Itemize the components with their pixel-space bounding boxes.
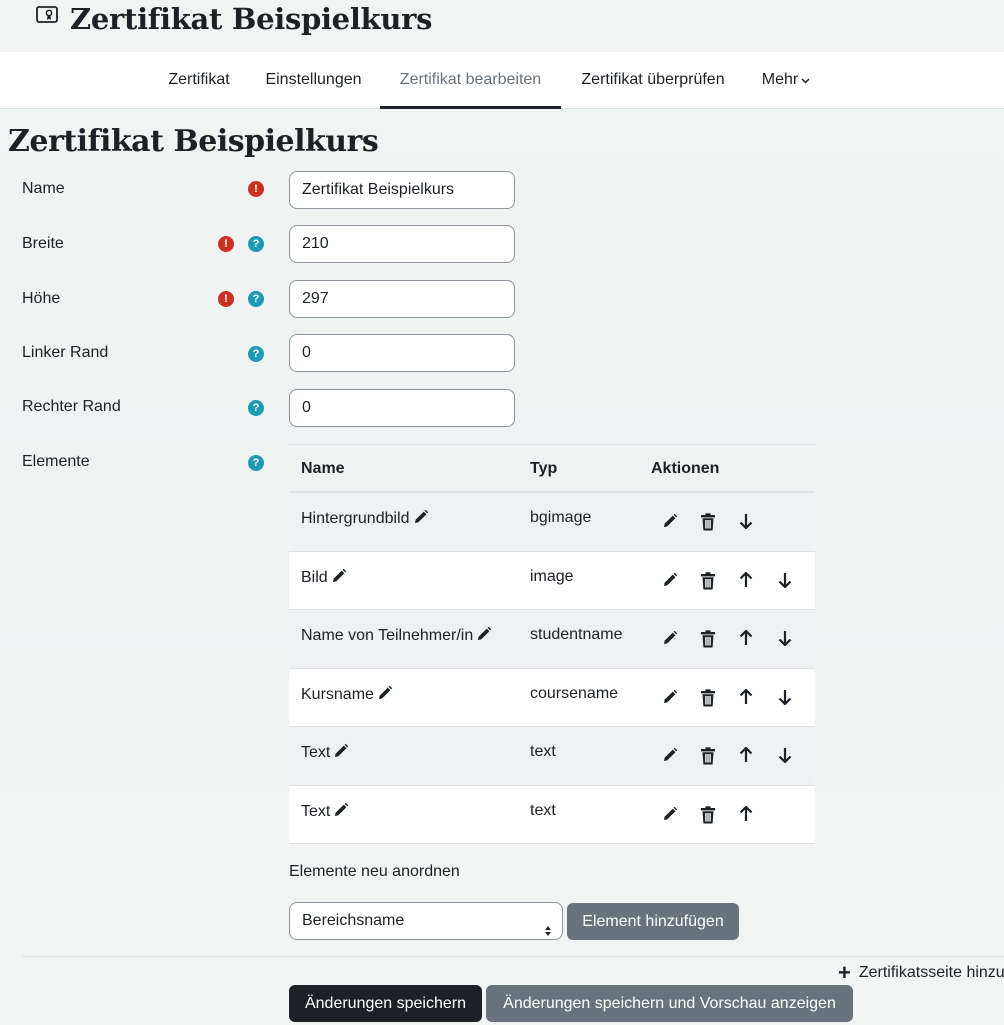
element-name-cell[interactable]: Hintergrundbild bbox=[301, 509, 429, 530]
page-header-title: Zertifikat Beispielkurs bbox=[70, 2, 433, 36]
required-icon: ! bbox=[248, 181, 264, 197]
name-input[interactable]: Zertifikat Beispielkurs bbox=[289, 171, 515, 209]
page-header: Zertifikat Beispielkurs bbox=[0, 0, 1004, 52]
move-up-icon[interactable] bbox=[739, 687, 757, 707]
edit-name-icon[interactable] bbox=[333, 802, 349, 823]
save-button[interactable]: Änderungen speichern bbox=[289, 985, 482, 1022]
edit-icon[interactable] bbox=[662, 806, 680, 824]
edit-name-icon[interactable] bbox=[476, 626, 492, 647]
column-header-type: Typ bbox=[530, 460, 558, 477]
move-down-icon[interactable] bbox=[778, 630, 796, 648]
element-type: coursename bbox=[530, 684, 619, 702]
edit-icon[interactable] bbox=[662, 747, 680, 765]
table-row: Hintergrundbild bgimage bbox=[289, 493, 815, 552]
move-down-icon[interactable] bbox=[739, 513, 757, 531]
select-caret-icon bbox=[544, 915, 552, 951]
elements-label: Elemente bbox=[22, 453, 90, 470]
move-up-icon[interactable] bbox=[739, 804, 757, 824]
required-icon: ! bbox=[218, 236, 234, 252]
table-row: Bild image bbox=[289, 551, 815, 610]
name-label: Name bbox=[22, 180, 65, 197]
tab-zertifikat-bearbeiten[interactable]: Zertifikat bearbeiten bbox=[380, 52, 561, 109]
edit-name-icon[interactable] bbox=[377, 685, 393, 706]
plus-icon: + bbox=[838, 960, 851, 985]
edit-name-icon[interactable] bbox=[331, 568, 347, 589]
help-icon[interactable]: ? bbox=[248, 236, 264, 252]
element-name: Hintergrundbild bbox=[301, 510, 410, 527]
tab-einstellungen[interactable]: Einstellungen bbox=[256, 52, 371, 109]
tab-mehr-label: Mehr bbox=[761, 71, 799, 88]
element-type: text bbox=[530, 801, 556, 819]
delete-icon[interactable] bbox=[700, 688, 718, 707]
help-icon[interactable]: ? bbox=[248, 291, 264, 307]
help-icon[interactable]: ? bbox=[248, 346, 264, 362]
element-name-cell[interactable]: Name von Teilnehmer/in bbox=[301, 626, 492, 647]
right-margin-label: Rechter Rand bbox=[22, 398, 121, 415]
delete-icon[interactable] bbox=[700, 513, 718, 531]
delete-icon[interactable] bbox=[700, 805, 718, 824]
edit-icon[interactable] bbox=[662, 630, 680, 648]
move-up-icon[interactable] bbox=[739, 570, 757, 590]
element-name: Bild bbox=[301, 568, 328, 586]
edit-icon[interactable] bbox=[662, 689, 680, 707]
region-select[interactable]: Bereichsname bbox=[289, 902, 563, 940]
element-type: image bbox=[530, 567, 574, 585]
element-name: Kursname bbox=[301, 685, 374, 703]
required-icon: ! bbox=[218, 291, 234, 307]
right-margin-input[interactable]: 0 bbox=[289, 389, 515, 427]
elements-table: Name Typ Aktionen Hintergrundbild bgimage… bbox=[289, 444, 815, 844]
element-name: Text bbox=[301, 744, 331, 761]
edit-name-icon[interactable] bbox=[333, 743, 349, 764]
table-row: Name von Teilnehmer/in studentname bbox=[289, 610, 815, 669]
element-name: Text bbox=[301, 802, 331, 820]
height-label: Höhe bbox=[22, 290, 61, 307]
element-type: bgimage bbox=[530, 509, 592, 526]
certificate-icon bbox=[36, 6, 58, 26]
left-margin-input[interactable]: 0 bbox=[289, 334, 515, 372]
table-row: Kursname coursename bbox=[289, 668, 815, 727]
tab-zertifikat-ueberpruefen[interactable]: Zertifikat überprüfen bbox=[569, 52, 737, 109]
move-up-icon[interactable] bbox=[739, 629, 757, 648]
element-name-cell[interactable]: Text bbox=[301, 743, 349, 764]
chevron-down-icon bbox=[801, 52, 810, 107]
element-name: Name von Teilnehmer/in bbox=[301, 627, 474, 644]
column-header-actions: Aktionen bbox=[651, 460, 720, 477]
left-margin-label: Linker Rand bbox=[22, 344, 109, 361]
move-down-icon[interactable] bbox=[778, 572, 796, 590]
element-name-cell[interactable]: Kursname bbox=[301, 685, 393, 706]
table-row: Text text bbox=[289, 727, 815, 786]
height-input[interactable]: 297 bbox=[289, 280, 515, 318]
tab-zertifikat[interactable]: Zertifikat bbox=[158, 52, 240, 109]
column-header-name: Name bbox=[301, 460, 345, 477]
add-page-label: Zertifikatsseite hinzufügen bbox=[858, 964, 1004, 981]
delete-icon[interactable] bbox=[700, 571, 718, 590]
tab-mehr[interactable]: Mehr bbox=[752, 52, 820, 109]
divider bbox=[22, 956, 1004, 957]
move-down-icon[interactable] bbox=[778, 689, 796, 707]
move-up-icon[interactable] bbox=[739, 746, 757, 765]
edit-icon[interactable] bbox=[662, 572, 680, 590]
edit-icon[interactable] bbox=[662, 513, 680, 531]
element-name-cell[interactable]: Bild bbox=[301, 568, 347, 589]
table-row: Text text bbox=[289, 785, 815, 844]
width-input[interactable]: 210 bbox=[289, 225, 515, 263]
add-certificate-page-link[interactable]: + Zertifikatsseite hinzufügen bbox=[838, 960, 1004, 986]
add-element-button[interactable]: Element hinzufügen bbox=[567, 903, 739, 940]
secondary-navigation: Zertifikat Einstellungen Zertifikat bear… bbox=[0, 52, 1004, 109]
element-type: text bbox=[530, 743, 556, 760]
move-down-icon[interactable] bbox=[778, 747, 796, 765]
delete-icon[interactable] bbox=[700, 747, 718, 765]
table-header: Name Typ Aktionen bbox=[289, 444, 815, 493]
help-icon[interactable]: ? bbox=[248, 400, 264, 416]
help-icon[interactable]: ? bbox=[248, 455, 264, 471]
width-label: Breite bbox=[22, 235, 64, 252]
element-name-cell[interactable]: Text bbox=[301, 802, 349, 823]
reorder-label: Elemente neu anordnen bbox=[289, 863, 460, 880]
delete-icon[interactable] bbox=[700, 630, 718, 648]
element-type: studentname bbox=[530, 626, 623, 643]
region-select-value: Bereichsname bbox=[302, 912, 405, 929]
save-and-preview-button[interactable]: Änderungen speichern und Vorschau anzeig… bbox=[486, 985, 853, 1022]
edit-name-icon[interactable] bbox=[413, 509, 429, 530]
page-title: Zertifikat Beispielkurs bbox=[8, 124, 379, 159]
